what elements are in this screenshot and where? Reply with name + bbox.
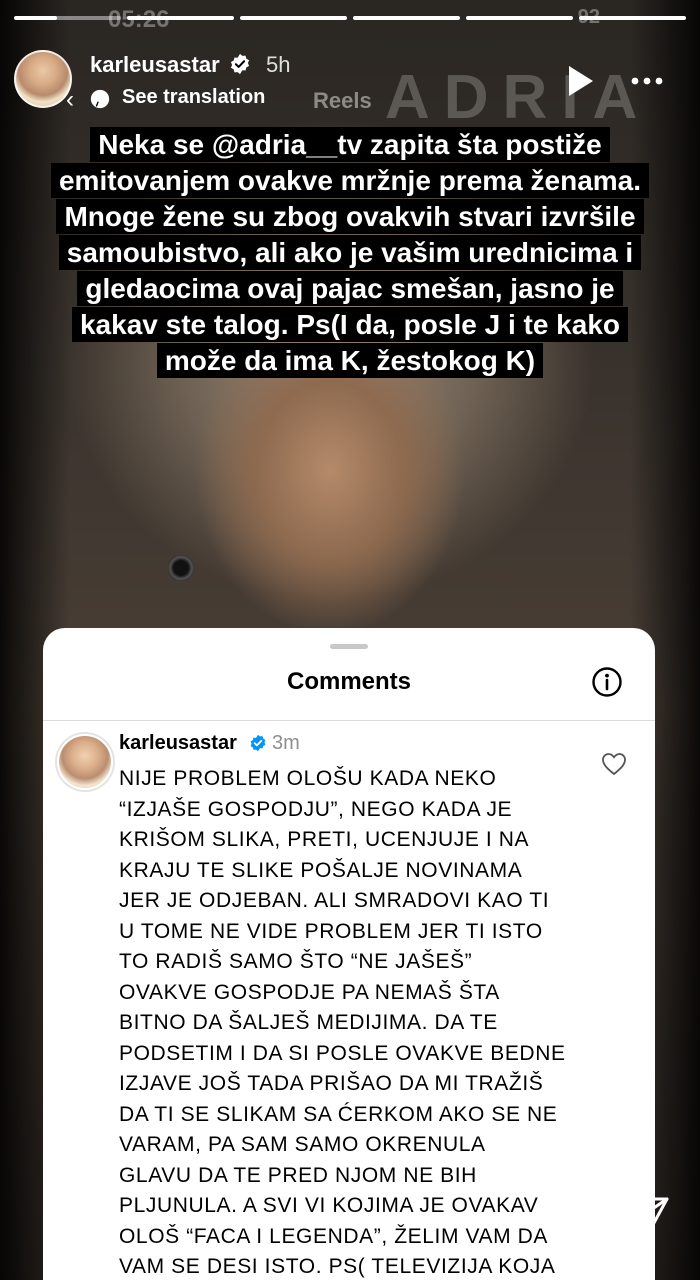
verified-badge-icon: [230, 53, 250, 75]
comment-line: GLAVU DA TE PRED NJOM NE BIH: [119, 1163, 477, 1187]
comment-line: KRIŠOM SLIKA, PRETI, UCENJUJE I NA: [119, 828, 530, 851]
story-progress-bars: [14, 16, 686, 20]
caption-line: samoubistvo, ali ako je vašim urednicima…: [58, 235, 642, 270]
status-bar-time: 05:26: [108, 6, 169, 34]
comment-line: VARAM, PA SAM SAMO OKRENULA: [119, 1133, 486, 1156]
comment-username[interactable]: karleusastar: [119, 732, 237, 755]
profile-avatar[interactable]: [14, 50, 72, 108]
comment-line: NIJE PROBLEM OLOŠU KADA NEKO: [119, 767, 497, 790]
story-progress-segment: [579, 16, 686, 20]
like-icon[interactable]: [553, 1194, 599, 1236]
story-progress-fill: [466, 16, 573, 20]
caption-line: Mnoge žene su zbog ovakvih stvari izvrši…: [56, 199, 644, 234]
comment-line: BITNO DA ŠALJEŠ MEDIJIMA. DA TE: [119, 1011, 498, 1034]
story-progress-fill: [240, 16, 347, 20]
comments-title: Comments: [286, 668, 412, 695]
story-progress-segment: [466, 16, 573, 20]
story-caption-text: Neka se @adria__tv zapita šta postiže emi…: [40, 127, 660, 379]
channel-watermark-logo: ADRIA: [385, 63, 652, 132]
story-progress-fill: [127, 16, 234, 20]
comments-sheet: Comments karleusastar 3m NIJE PROBLEM OL…: [43, 628, 655, 1280]
info-icon[interactable]: [591, 666, 623, 698]
chevron-left-icon[interactable]: ‹: [66, 86, 74, 114]
comment-text: NIJE PROBLEM OLOŠU KADA NEKO “IZJAŠE GOSP…: [119, 764, 589, 1280]
heart-icon[interactable]: [601, 752, 627, 776]
caption-line: kakav ste talog. Ps(I da, posle J i te k…: [71, 307, 628, 342]
story-posted-time: 5h: [266, 52, 291, 77]
verified-badge-icon: [250, 734, 266, 752]
story-username[interactable]: karleusastar: [90, 52, 220, 78]
caption-line: emitovanjem ovakve mržnje prema ženama.: [50, 163, 650, 198]
story-progress-segment: [14, 16, 121, 20]
story-progress-segment: [353, 16, 460, 20]
comment-line: JER JE ODJEBAN. ALI SMRADOVI KAO TI: [119, 889, 550, 912]
comment-line: IZJAVE JOŠ TADA PRIŠAO DA MI TRAŽIŠ: [119, 1072, 544, 1095]
story-progress-fill: [579, 16, 686, 20]
translate-icon: [90, 89, 110, 109]
play-icon[interactable]: [565, 64, 595, 98]
comment-line: PODSETIM I DA SI POSLE OVAKVE BEDNE: [119, 1041, 566, 1065]
sheet-divider: [43, 720, 655, 721]
comment-line: OLOŠ “FACA I LEGENDA”, ŽELIM VAM DA: [119, 1224, 549, 1248]
comment-line: PLJUNULA. A SVI VI KOJIMA JE OVAKAV: [119, 1194, 539, 1217]
caption-line: Neka se @adria__tv zapita šta postiže: [90, 127, 610, 162]
comment-line: VAM SE DESI ISTO. PS( TELEVIZIJA KOJA: [119, 1255, 556, 1278]
comment-line: DA TI SE SLIKAM SA ĆERKOM AKO SE NE: [119, 1102, 558, 1126]
story-progress-fill: [14, 16, 57, 20]
send-icon[interactable]: [628, 1194, 670, 1236]
story-progress-segment: [240, 16, 347, 20]
earring-detail: [168, 555, 194, 581]
comment-line: TO RADIŠ SAMO ŠTO “NE JAŠEŠ”: [119, 950, 473, 973]
story-progress-fill: [353, 16, 460, 20]
reels-tag: Reels: [313, 88, 372, 113]
comment-line: “IZJAŠE GOSPODJU”, NEGO KADA JE: [119, 797, 513, 821]
more-icon[interactable]: [630, 66, 664, 96]
see-translation-link[interactable]: See translation: [122, 86, 265, 109]
comment-avatar[interactable]: [57, 734, 113, 790]
caption-line: gledaocima ovaj pajac smešan, jasno je: [77, 271, 623, 306]
caption-line: može da ima K, žestokog K): [156, 343, 544, 378]
story-progress-segment: [127, 16, 234, 20]
comment-time: 3m: [272, 732, 300, 754]
comment-line: OVAKVE GOSPODJE PA NEMAŠ ŠTA: [119, 980, 500, 1004]
comment-line: KRAJU TE SLIKE POŠALJE NOVINAMA: [119, 858, 523, 882]
sheet-drag-handle[interactable]: [330, 644, 368, 649]
comment-line: U TOME NE VIDE PROBLEM JER TI ISTO: [119, 919, 543, 943]
